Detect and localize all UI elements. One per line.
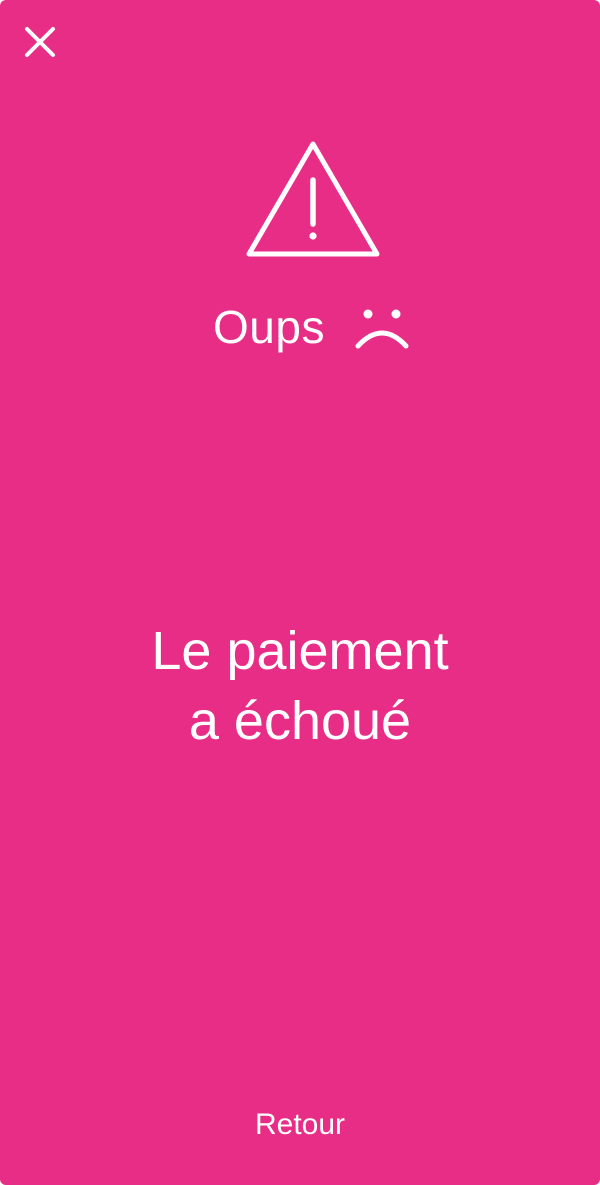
- error-message-line-2: a échoué: [188, 691, 412, 751]
- warning-icon: [246, 141, 380, 257]
- close-icon: [25, 27, 55, 57]
- payment-failed-screen: Oups Le paiement a échoué Retour: [0, 0, 600, 1185]
- close-button[interactable]: [22, 24, 58, 60]
- error-message-line-1: Le paiement: [151, 621, 449, 681]
- error-message: Le paiement a échoué: [0, 616, 600, 756]
- back-button[interactable]: Retour: [0, 1104, 600, 1146]
- alert-title-row: Oups: [0, 296, 600, 358]
- alert-title: Oups: [213, 301, 325, 353]
- sad-face-icon: [355, 309, 409, 349]
